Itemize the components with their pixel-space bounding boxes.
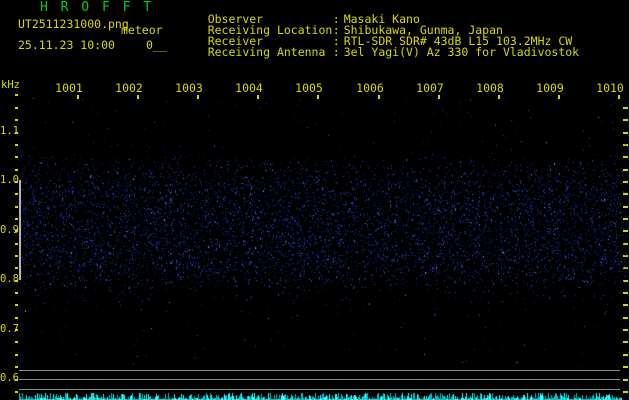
tick-mark [15, 218, 18, 220]
tick-mark [15, 144, 18, 146]
tick-mark [15, 206, 18, 208]
echo-band-marker [19, 180, 21, 280]
spectrogram-canvas [20, 97, 627, 367]
tick-mark [15, 366, 18, 368]
hrofft-window: H R O F F T UT2511231000.png meteor 25.1… [0, 0, 629, 400]
freq-tick-label: 0.8 [0, 273, 19, 285]
time-tick-label: 1005 [295, 81, 323, 95]
tick-mark [15, 354, 18, 356]
time-tick-label: 1008 [476, 81, 504, 95]
tick-mark [15, 255, 18, 257]
freq-tick-label: 0.9 [0, 224, 19, 236]
time-tick-label: 1009 [536, 81, 564, 95]
tick-mark [15, 156, 18, 158]
freq-tick-label: 1.0 [0, 174, 19, 186]
level-reference-line [19, 389, 620, 390]
freq-tick-label: 0.7 [0, 323, 19, 335]
level-reference-line [19, 370, 620, 371]
info-separator: : [332, 45, 340, 59]
info-value: 3el Yagi(V) Az 330 for Vladivostok [343, 45, 580, 59]
station-name: meteor [121, 23, 163, 37]
tick-mark [15, 292, 18, 294]
tick-mark [15, 304, 18, 306]
tick-mark [623, 391, 628, 393]
echo-count-readout: 0__ [146, 38, 167, 52]
tick-mark [623, 379, 628, 381]
tick-mark [15, 317, 18, 319]
tick-mark [15, 341, 18, 343]
freq-tick-label: 0.6 [0, 372, 19, 384]
tick-mark [15, 193, 18, 195]
tick-mark [15, 181, 18, 183]
time-tick-label: 1001 [55, 81, 83, 95]
time-tick-label: 1006 [356, 81, 384, 95]
app-title: H R O F F T [40, 0, 154, 15]
tick-mark [15, 107, 18, 109]
tick-mark [15, 119, 18, 121]
tick-mark [15, 267, 18, 269]
info-label: Receiving Antenna [207, 45, 326, 59]
observation-datetime: 25.11.23 10:00 [18, 38, 115, 52]
output-filename: UT2511231000.png [18, 17, 129, 31]
level-reference-line [19, 379, 620, 380]
tick-mark [15, 169, 18, 171]
info-row-antenna: Receiving Antenna:3el Yagi(V) Az 330 for… [180, 36, 579, 69]
tick-mark [15, 391, 18, 393]
time-tick-label: 1004 [235, 81, 263, 95]
tick-mark [15, 230, 18, 232]
time-tick-label: 1010 [596, 81, 624, 95]
signal-level-trace-canvas [19, 391, 622, 400]
time-tick-label: 1003 [175, 81, 203, 95]
tick-mark [15, 243, 18, 245]
tick-mark [15, 132, 18, 134]
tick-mark [15, 379, 18, 381]
time-tick-label: 1002 [115, 81, 143, 95]
tick-mark [15, 280, 18, 282]
freq-tick-label: 1.1 [0, 125, 19, 137]
tick-mark [15, 329, 18, 331]
freq-axis-unit: kHz [1, 79, 20, 91]
tick-mark [15, 94, 18, 96]
time-tick-label: 1007 [416, 81, 444, 95]
